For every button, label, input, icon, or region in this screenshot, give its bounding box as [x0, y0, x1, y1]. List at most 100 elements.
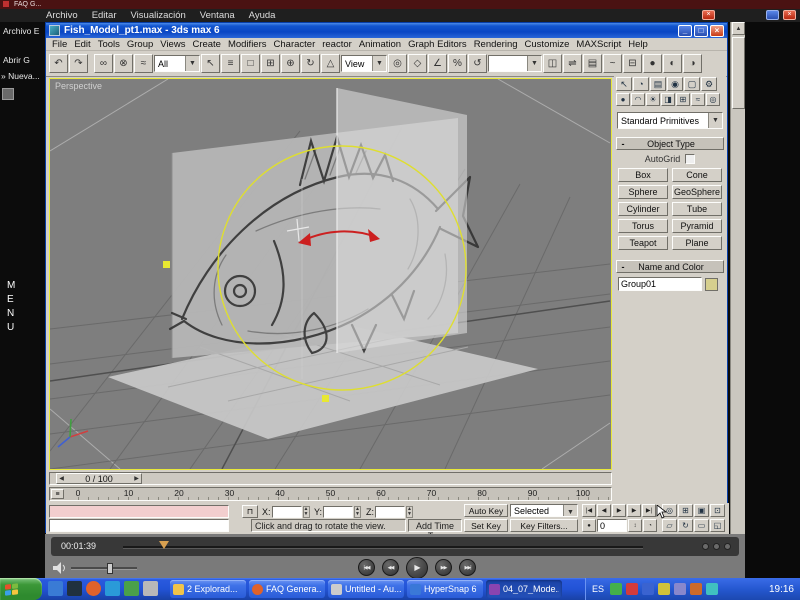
window-button[interactable] [766, 10, 779, 20]
teapot-button[interactable]: Teapot [618, 236, 668, 250]
time-slider-thumb[interactable]: ◀ 0 / 100 ▶ [56, 473, 142, 484]
go-to-start-icon[interactable]: |◀ [582, 504, 596, 517]
key-filters-button[interactable]: Key Filters... [510, 519, 578, 532]
select-by-name-icon[interactable]: ≡ [221, 54, 240, 73]
cylinder-button[interactable]: Cylinder [618, 202, 668, 216]
menu-editar[interactable]: Editar [92, 10, 117, 21]
helpers-icon[interactable]: ⊞ [676, 93, 690, 106]
quick-launch-icon[interactable] [67, 581, 82, 596]
menu-graph-editors[interactable]: Graph Editors [405, 39, 470, 50]
key-selection-dropdown[interactable]: Selected ▼ [510, 504, 578, 517]
quick-launch-icon[interactable] [105, 581, 120, 596]
menu-customize[interactable]: Customize [522, 39, 573, 50]
menu-archivo[interactable]: Archivo [46, 10, 78, 21]
align-icon[interactable]: ⇌ [563, 54, 582, 73]
previous-frame-icon[interactable]: ◀ [597, 504, 611, 517]
player-option-icon[interactable] [713, 543, 720, 550]
menu-modifiers[interactable]: Modifiers [225, 39, 270, 50]
menu-ventana[interactable]: Ventana [200, 10, 235, 21]
pyramid-button[interactable]: Pyramid [672, 219, 722, 233]
percent-snap-icon[interactable]: % [448, 54, 467, 73]
listener-input[interactable] [49, 519, 229, 532]
menu-character[interactable]: Character [271, 39, 319, 50]
shapes-icon[interactable]: ◠ [631, 93, 645, 106]
current-frame-field[interactable]: 0 [597, 519, 627, 532]
primitive-category-dropdown[interactable]: Standard Primitives ▼ [617, 112, 723, 129]
select-link-icon[interactable]: ∞ [94, 54, 113, 73]
mini-curve-editor-icon[interactable]: ≡ [51, 489, 64, 499]
max-titlebar[interactable]: Fish_Model_pt1.max - 3ds max 6 _ □ × [46, 23, 727, 38]
zoom-extents-icon[interactable]: ▣ [694, 504, 709, 517]
quick-launch-icon[interactable] [48, 581, 63, 596]
unlink-icon[interactable]: ⊗ [114, 54, 133, 73]
z-spinner[interactable]: ▲ ▼ [406, 505, 413, 518]
task-explorer[interactable]: 2 Explorad... [170, 580, 246, 598]
object-type-rollout[interactable]: - Object Type [616, 137, 724, 150]
spinner-snap-icon[interactable]: ↺ [468, 54, 487, 73]
seek-track[interactable] [123, 546, 643, 549]
quick-launch-icon[interactable] [143, 581, 158, 596]
menu-group[interactable]: Group [124, 39, 156, 50]
tray-icon[interactable] [658, 583, 671, 595]
quick-launch-icon[interactable] [86, 581, 101, 596]
start-button[interactable] [0, 578, 42, 600]
cameras-icon[interactable]: ◨ [661, 93, 675, 106]
sidebar-icon[interactable] [2, 88, 14, 100]
viewport-canvas[interactable] [49, 78, 611, 470]
tab-motion-icon[interactable]: ◉ [667, 77, 683, 91]
tab-utilities-icon[interactable]: ⚙ [701, 77, 717, 91]
render-scene-icon[interactable]: ◐ [663, 54, 682, 73]
cone-button[interactable]: Cone [672, 168, 722, 182]
seek-thumb[interactable] [159, 541, 169, 549]
go-to-end-icon[interactable]: ▶| [642, 504, 656, 517]
player-seek-bar[interactable]: 00:01:39 [51, 537, 739, 556]
menu-file[interactable]: File [49, 39, 70, 50]
menu-edit[interactable]: Edit [71, 39, 93, 50]
maximize-icon[interactable]: □ [694, 24, 708, 37]
tube-button[interactable]: Tube [672, 202, 722, 216]
close-outer-icon[interactable]: × [783, 10, 796, 20]
time-config-icon[interactable]: ◔ [643, 519, 657, 532]
task-hypersnap[interactable]: HyperSnap 6 [407, 580, 483, 598]
close-icon[interactable]: × [710, 24, 724, 37]
key-mode-icon[interactable]: ● [582, 519, 596, 532]
object-color-swatch[interactable] [705, 277, 718, 291]
selection-filter-dropdown[interactable]: All ▼ [154, 55, 200, 72]
menu-tools[interactable]: Tools [95, 39, 123, 50]
menu-rendering[interactable]: Rendering [471, 39, 521, 50]
auto-key-button[interactable]: Auto Key [464, 504, 508, 517]
selection-lock-icon[interactable]: ⊓ [242, 505, 258, 518]
layer-manager-icon[interactable]: ▤ [583, 54, 602, 73]
autogrid-checkbox[interactable] [685, 154, 696, 164]
set-key-button[interactable]: Set Key [464, 519, 508, 532]
region-select-icon[interactable]: □ [241, 54, 260, 73]
rewind-icon[interactable]: ◀◀ [382, 559, 399, 576]
geometry-icon[interactable]: ● [616, 93, 630, 106]
curve-editor-icon[interactable]: ~ [603, 54, 622, 73]
maxscript-mini-listener[interactable] [49, 505, 229, 518]
named-selection-dropdown[interactable]: ▼ [488, 55, 542, 72]
scrollbar-thumb[interactable] [732, 37, 745, 109]
play-icon[interactable]: ▶ [406, 556, 428, 579]
track-bar[interactable]: ≡ 0 10 20 30 40 50 60 70 80 90 100 [49, 487, 612, 501]
tray-icon[interactable] [642, 583, 655, 595]
volume-thumb[interactable] [107, 563, 113, 574]
fast-forward-icon[interactable]: ▶▶ [435, 559, 452, 576]
tab-hierarchy-icon[interactable]: ▤ [650, 77, 666, 91]
bind-spacewarp-icon[interactable]: ≈ [134, 54, 153, 73]
add-time-tag[interactable]: Add Time Tag [408, 519, 462, 541]
perspective-viewport[interactable]: Perspective [49, 78, 612, 470]
sidebar-link-abrir[interactable]: Abrir G [3, 55, 45, 65]
coord-system-dropdown[interactable]: View ▼ [341, 55, 387, 72]
pan-icon[interactable]: ▱ [662, 519, 677, 532]
next-frame-icon[interactable]: ▶ [627, 504, 641, 517]
box-button[interactable]: Box [618, 168, 668, 182]
volume-track[interactable] [71, 567, 137, 570]
quick-render-icon[interactable]: ◑ [683, 54, 702, 73]
minimize-icon[interactable]: _ [678, 24, 692, 37]
menu-animation[interactable]: Animation [356, 39, 404, 50]
tab-display-icon[interactable]: ▢ [684, 77, 700, 91]
skip-start-icon[interactable]: |◀◀ [358, 559, 375, 576]
undo-icon[interactable]: ↶ [49, 54, 68, 73]
tab-modify-icon[interactable]: ◔ [633, 77, 649, 91]
